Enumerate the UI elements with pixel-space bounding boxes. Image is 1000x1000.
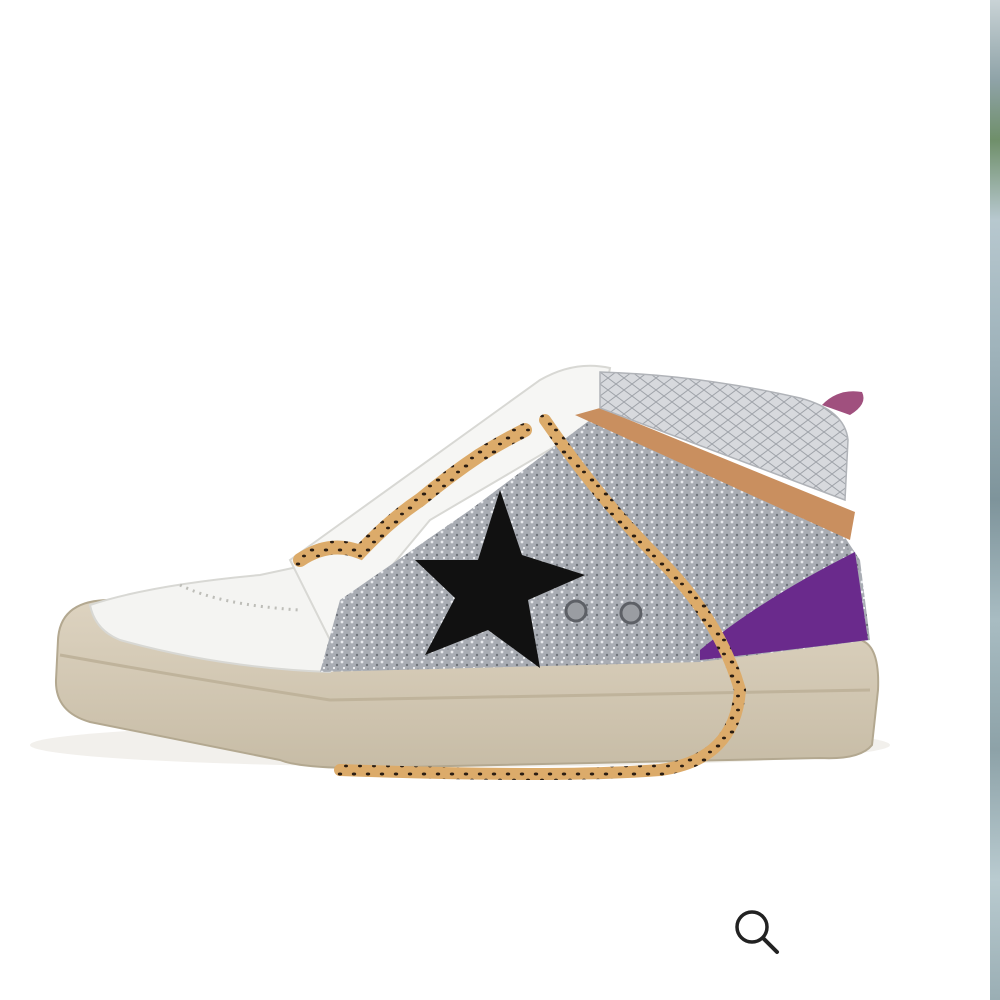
product-image-gallery — [0, 0, 1000, 1000]
main-product-slide[interactable] — [0, 0, 990, 1000]
side-eyelet — [564, 599, 588, 623]
side-eyelet — [619, 601, 643, 625]
zoom-button[interactable] — [730, 905, 786, 961]
sneaker-product-image — [30, 364, 890, 780]
next-image-preview[interactable] — [990, 0, 1000, 1000]
magnifier-icon — [735, 910, 779, 954]
